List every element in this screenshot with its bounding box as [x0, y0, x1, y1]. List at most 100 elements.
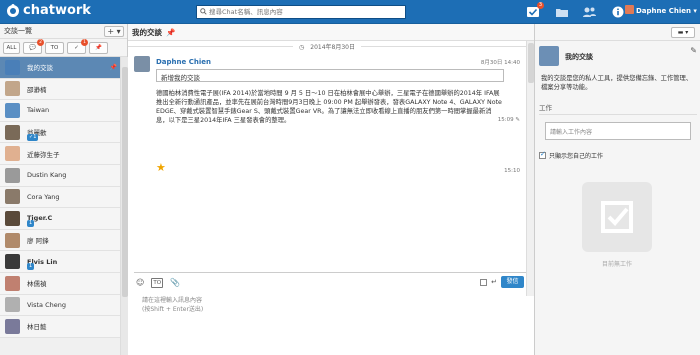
- room-item[interactable]: 翁麗歡 ✓1: [0, 121, 120, 144]
- room-item[interactable]: 近藤弥生子: [0, 143, 120, 165]
- room-avatar: [5, 189, 20, 205]
- room-name: 林儒禎: [27, 280, 47, 289]
- info-icon: [612, 6, 624, 18]
- room-item[interactable]: Taiwan: [0, 100, 120, 122]
- room-avatar: [5, 318, 20, 334]
- star-icon: ★: [156, 161, 166, 174]
- task-section-label: 工作: [539, 102, 697, 115]
- input-placeholder-1: 請在這裡輸入訊息內容: [142, 297, 203, 304]
- enter-to-send-checkbox[interactable]: [480, 278, 488, 286]
- task-button[interactable]: 3: [524, 2, 544, 20]
- emoji-icon[interactable]: ☺: [136, 278, 144, 288]
- room-avatar: [5, 146, 20, 162]
- room-avatar: [5, 297, 20, 313]
- room-item[interactable]: 我的交談 📌: [0, 57, 120, 79]
- room-name: 廖 阿鋒: [27, 237, 49, 246]
- clock-icon: ◷: [296, 44, 308, 51]
- message-input[interactable]: 請在這裡輸入訊息內容 (按Shift + Enter送出): [142, 296, 203, 314]
- filter-button-3[interactable]: ✓ 1: [67, 38, 88, 54]
- time-2-label: 15:09: [497, 117, 514, 123]
- unread-badge: 1: [27, 220, 35, 228]
- room-list-header: 交談一覽 + ▾: [0, 24, 127, 39]
- room-avatar: [5, 275, 20, 291]
- filter-label: ✓: [74, 44, 79, 51]
- filter-button-4[interactable]: 📌: [89, 41, 108, 54]
- chat-header: 我的交談 📌: [128, 24, 534, 41]
- only-mine-toggle[interactable]: 只顯示您自己的工作: [539, 150, 604, 160]
- edit-room-icon[interactable]: ✎: [690, 46, 697, 55]
- user-avatar[interactable]: [625, 5, 634, 14]
- room-files-button[interactable]: ▬ ▾: [671, 26, 695, 38]
- message-body: 德國柏林消費性電子展(IFA 2014)於當地時間 9 月 5 日～10 日在柏…: [156, 90, 502, 124]
- room-list: 我的交談 📌 邵瀞楠 Taiwan 翁麗歡 ✓1 近藤弥生子 Dustin Kang Cora …: [0, 57, 120, 338]
- user-menu[interactable]: Daphne Chien ▾: [636, 7, 697, 15]
- enter-key-icon: ↵: [491, 278, 497, 286]
- edit-pen-icon[interactable]: ✎: [515, 117, 520, 123]
- room-item[interactable]: 林日懿: [0, 316, 120, 338]
- room-item[interactable]: Vista Cheng: [0, 294, 120, 317]
- to-button[interactable]: TO: [151, 278, 164, 288]
- contacts-icon: [582, 7, 596, 17]
- room-list-title: 交談一覽: [4, 27, 32, 35]
- send-button[interactable]: 發信: [501, 276, 524, 288]
- input-placeholder-2: (按Shift + Enter送出): [142, 306, 204, 313]
- filter-button-0[interactable]: ALL: [3, 41, 20, 54]
- no-task-icon: [582, 182, 652, 252]
- only-mine-label: 只顯示您自己的工作: [549, 153, 604, 160]
- unread-badge: 1: [27, 263, 35, 271]
- message-timestamp: 8月30日 14:40: [480, 60, 520, 66]
- message-time-2: 15:09 ✎: [498, 117, 520, 123]
- room-item[interactable]: 廖 阿鋒: [0, 229, 120, 252]
- room-avatar: [539, 46, 559, 66]
- message-composer: ☺ TO 📎 ↵ 發信 請在這裡輸入訊息內容 (按Shift + Enter送出…: [134, 272, 526, 355]
- room-item[interactable]: Elvis Lin 1: [0, 251, 120, 273]
- filter-button-2[interactable]: TO: [45, 41, 64, 54]
- message-timeline: Daphne Chien 8月30日 14:40 新增我的交談 德國柏林消費性電…: [128, 50, 526, 296]
- room-avatar: [5, 254, 20, 270]
- files-button[interactable]: [553, 4, 571, 20]
- sender-name[interactable]: Daphne Chien: [156, 58, 211, 66]
- message-quote: 新增我的交談: [156, 69, 504, 82]
- search-icon: [200, 7, 207, 17]
- contacts-button[interactable]: [580, 4, 598, 20]
- task-input[interactable]: 請輸入工作內容: [545, 122, 691, 140]
- send-area: ↵ 發信: [480, 276, 524, 288]
- room-name: 近藤弥生子: [27, 150, 60, 159]
- chat-scrollbar[interactable]: [526, 41, 534, 296]
- filter-button-1[interactable]: 💬 2: [23, 38, 44, 54]
- filter-badge: 2: [37, 38, 44, 46]
- room-avatar: [5, 59, 20, 75]
- composer-toolbar: ☺ TO 📎: [136, 278, 180, 288]
- no-task-placeholder: 目前無工作: [569, 174, 665, 272]
- room-avatar: [5, 232, 20, 248]
- room-info-toolbar: ▬ ▾: [535, 24, 700, 41]
- search-input[interactable]: [209, 8, 399, 16]
- attach-file-icon[interactable]: 📎: [170, 278, 180, 288]
- no-task-label: 目前無工作: [601, 261, 632, 268]
- room-item[interactable]: Cora Yang: [0, 186, 120, 209]
- app-name: chatwork: [23, 3, 91, 18]
- room-item[interactable]: 林儒禎: [0, 272, 120, 295]
- chat-title: 我的交談: [132, 27, 162, 37]
- room-item[interactable]: 邵瀞楠: [0, 78, 120, 101]
- room-description: 我的交談是您的私人工具，提供您備忘錄、工作管理、檔案分享等功能。: [541, 75, 693, 91]
- room-filters: ALL 💬 2 TO ✓ 1 📌: [0, 38, 127, 57]
- filter-label: 💬: [29, 44, 36, 51]
- filter-label: TO: [50, 44, 59, 51]
- room-item[interactable]: Dustin Kang: [0, 164, 120, 187]
- filter-badge: 1: [81, 38, 88, 46]
- sender-avatar[interactable]: [134, 56, 150, 72]
- add-chat-button[interactable]: + ▾: [104, 25, 124, 37]
- search-box[interactable]: [196, 5, 406, 19]
- task-badge: 3: [537, 2, 544, 9]
- user-name: Daphne Chien: [636, 7, 691, 15]
- room-list-scrollbar[interactable]: [120, 57, 128, 355]
- room-item[interactable]: Tiger.C 1: [0, 208, 120, 230]
- chatwork-logo[interactable]: chatwork: [6, 3, 91, 18]
- room-name: Dustin Kang: [27, 171, 67, 180]
- folder-icon: [556, 8, 568, 17]
- pin-icon[interactable]: 📌: [166, 28, 175, 37]
- only-mine-checkbox[interactable]: [539, 150, 546, 159]
- pin-icon[interactable]: 📌: [110, 64, 117, 71]
- room-name: Cora Yang: [27, 192, 60, 201]
